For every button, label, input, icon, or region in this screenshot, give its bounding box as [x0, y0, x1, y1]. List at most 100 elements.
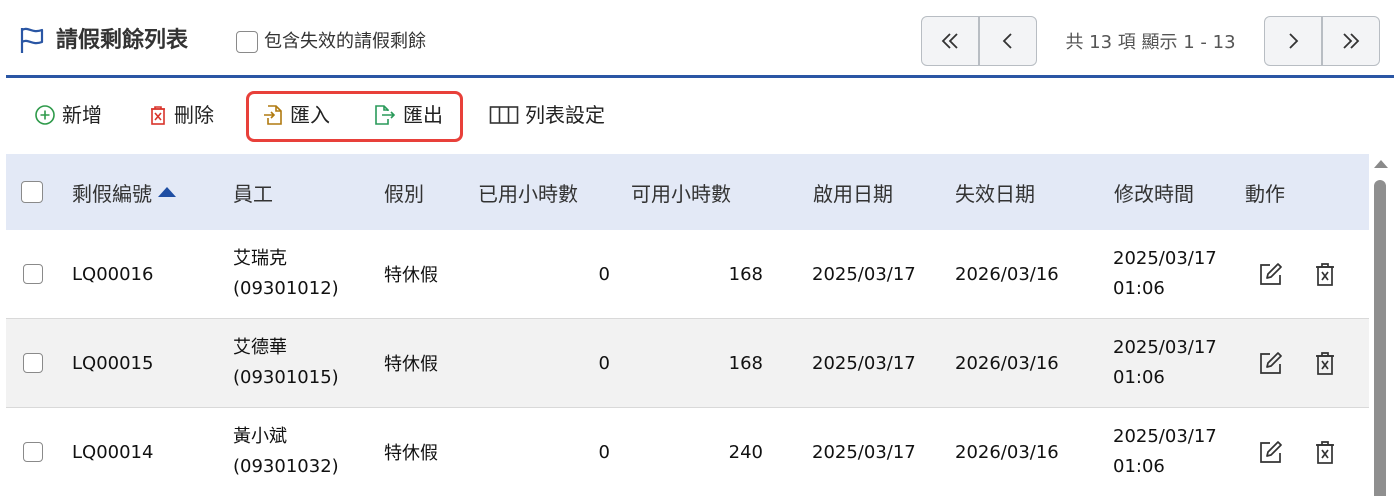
- import-button[interactable]: 匯入: [262, 102, 330, 128]
- edit-icon: [1260, 441, 1282, 463]
- include-expired-toggle[interactable]: 包含失效的請假剩餘: [236, 30, 426, 54]
- export-label: 匯出: [403, 103, 443, 127]
- column-header-leave-type: 假別: [384, 181, 424, 206]
- page-header: 請假剩餘列表 包含失效的請假剩餘 共 13 項 顯示 1 - 13: [0, 0, 1400, 76]
- cell-end-date: 2026/03/16: [955, 263, 1059, 285]
- plus-circle-icon: [35, 105, 55, 125]
- employee-code: (09301032): [233, 456, 339, 477]
- first-page-button[interactable]: [921, 16, 979, 66]
- cell-used-hours: 0: [598, 263, 610, 285]
- cell-start-date: 2025/03/17: [812, 263, 916, 285]
- edit-button[interactable]: [1257, 319, 1285, 407]
- double-chevron-right-icon: [1343, 33, 1360, 49]
- cell-modified-time: 2025/03/17 01:06: [1113, 319, 1217, 407]
- list-settings-label: 列表設定: [525, 103, 605, 127]
- column-header-actions: 動作: [1245, 181, 1285, 206]
- row-delete-button[interactable]: [1313, 319, 1337, 407]
- add-button[interactable]: 新增: [34, 102, 102, 128]
- row-checkbox[interactable]: [23, 264, 43, 284]
- employee-name: 艾瑞克: [233, 248, 287, 269]
- row-checkbox[interactable]: [23, 442, 43, 462]
- cell-leave-type: 特休假: [384, 354, 438, 375]
- chevron-right-icon: [1289, 33, 1299, 49]
- next-page-button[interactable]: [1264, 16, 1322, 66]
- cell-end-date: 2026/03/16: [955, 441, 1059, 463]
- scrollbar-thumb[interactable]: [1374, 180, 1386, 496]
- previous-page-button[interactable]: [979, 16, 1037, 66]
- cell-available-hours: 240: [728, 441, 763, 463]
- list-settings-button[interactable]: 列表設定: [489, 102, 605, 128]
- table-row[interactable]: LQ00016 艾瑞克 (09301012) 特休假 0 168 2025/03…: [6, 230, 1369, 319]
- employee-name: 艾德華: [233, 337, 287, 358]
- row-select-cell: [23, 319, 43, 407]
- modified-time: 01:06: [1113, 456, 1165, 477]
- include-expired-label: 包含失效的請假剩餘: [264, 31, 426, 52]
- modified-date: 2025/03/17: [1113, 337, 1217, 358]
- employee-code: (09301015): [233, 367, 339, 388]
- trash-icon: [151, 106, 165, 125]
- cell-modified-time: 2025/03/17 01:06: [1113, 230, 1217, 318]
- employee-code: (09301012): [233, 278, 339, 299]
- cell-start-date: 2025/03/17: [812, 441, 916, 463]
- column-header-used-hours: 已用小時數: [478, 181, 578, 206]
- cell-leave-type: 特休假: [384, 265, 438, 286]
- pagination-info: 共 13 項 顯示 1 - 13: [1065, 32, 1236, 53]
- include-expired-checkbox[interactable]: [236, 31, 258, 53]
- column-header-id[interactable]: 剩假編號: [72, 154, 176, 230]
- cell-used-hours: 0: [598, 441, 610, 463]
- file-export-icon: [375, 105, 396, 125]
- row-select-cell: [23, 230, 43, 318]
- cell-employee: 黃小斌 (09301032): [233, 408, 339, 496]
- column-header-available-hours: 可用小時數: [631, 181, 731, 206]
- column-header-employee: 員工: [233, 181, 273, 206]
- scroll-up-arrow-icon[interactable]: [1374, 160, 1388, 168]
- column-header-modified-time: 修改時間: [1114, 181, 1194, 206]
- select-all-cell: [21, 154, 43, 230]
- cell-start-date: 2025/03/17: [812, 352, 916, 374]
- last-page-button[interactable]: [1322, 16, 1380, 66]
- double-chevron-left-icon: [941, 33, 958, 49]
- sort-ascending-icon: [158, 187, 176, 197]
- trash-icon: [1316, 441, 1334, 464]
- row-delete-button[interactable]: [1313, 408, 1337, 496]
- delete-label: 刪除: [174, 103, 214, 127]
- cell-available-hours: 168: [728, 352, 763, 374]
- cell-employee: 艾瑞克 (09301012): [233, 230, 339, 318]
- cell-id: LQ00016: [72, 263, 154, 285]
- flag-icon: [20, 27, 44, 53]
- cell-end-date: 2026/03/16: [955, 352, 1059, 374]
- add-label: 新增: [62, 103, 102, 127]
- cell-employee: 艾德華 (09301015): [233, 319, 339, 407]
- file-import-icon: [264, 105, 282, 125]
- trash-icon: [1316, 263, 1334, 286]
- table-row[interactable]: LQ00014 黃小斌 (09301032) 特休假 0 240 2025/03…: [6, 408, 1369, 496]
- column-header-end-date: 失效日期: [955, 181, 1035, 206]
- modified-time: 01:06: [1113, 367, 1165, 388]
- column-header-id-label: 剩假編號: [72, 181, 152, 206]
- modified-date: 2025/03/17: [1113, 426, 1217, 447]
- chevron-left-icon: [1002, 33, 1012, 49]
- table-header: 剩假編號 員工 假別 已用小時數 可用小時數 啟用日期 失效日期 修改時間 動作: [6, 154, 1369, 230]
- column-header-start-date: 啟用日期: [813, 181, 893, 206]
- cell-modified-time: 2025/03/17 01:06: [1113, 408, 1217, 496]
- delete-button[interactable]: 刪除: [148, 102, 214, 128]
- page-title: 請假剩餘列表: [56, 28, 189, 53]
- modified-time: 01:06: [1113, 278, 1165, 299]
- edit-icon: [1260, 263, 1282, 285]
- row-checkbox[interactable]: [23, 353, 43, 373]
- select-all-checkbox[interactable]: [21, 181, 43, 203]
- modified-date: 2025/03/17: [1113, 248, 1217, 269]
- row-delete-button[interactable]: [1313, 230, 1337, 318]
- edit-icon: [1260, 352, 1282, 374]
- table-row[interactable]: LQ00015 艾德華 (09301015) 特休假 0 168 2025/03…: [6, 319, 1369, 408]
- cell-available-hours: 168: [728, 263, 763, 285]
- edit-button[interactable]: [1257, 230, 1285, 318]
- import-label: 匯入: [290, 103, 330, 127]
- cell-id: LQ00015: [72, 352, 154, 374]
- leave-balance-table: 剩假編號 員工 假別 已用小時數 可用小時數 啟用日期 失效日期 修改時間 動作…: [6, 154, 1369, 496]
- edit-button[interactable]: [1257, 408, 1285, 496]
- export-button[interactable]: 匯出: [373, 102, 443, 128]
- cell-leave-type: 特休假: [384, 443, 438, 464]
- cell-used-hours: 0: [598, 352, 610, 374]
- vertical-scrollbar[interactable]: [1371, 154, 1389, 496]
